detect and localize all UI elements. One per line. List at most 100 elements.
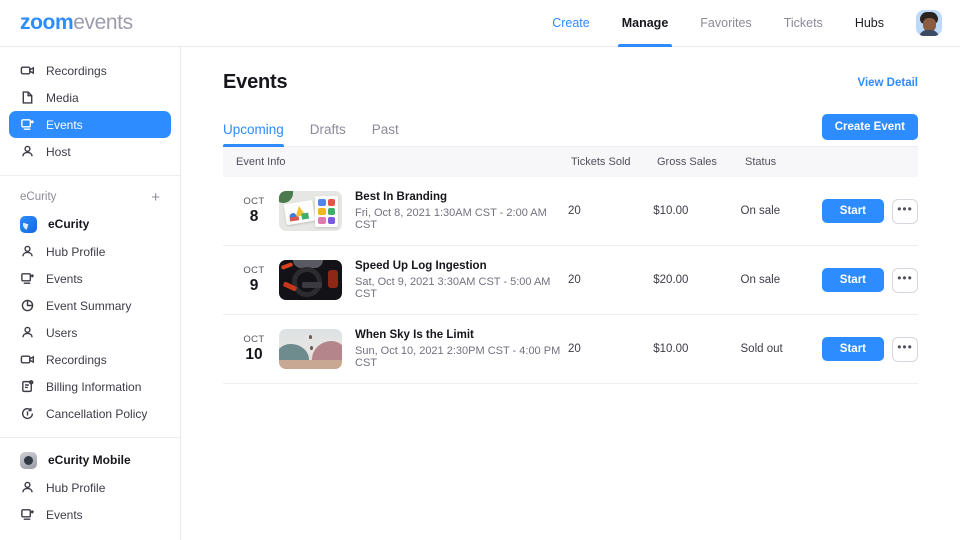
- sidebar-item-label: Recordings: [46, 64, 107, 78]
- table-row[interactable]: OCT 9 Speed Up Log Ingestion Sat, Oct 9,…: [223, 246, 918, 315]
- event-date: OCT 10: [236, 334, 272, 364]
- tabs: Upcoming Drafts Past Create Event: [223, 114, 918, 147]
- event-time: Fri, Oct 8, 2021 1:30AM CST - 2:00 AM CS…: [355, 207, 568, 231]
- thumbnail-ground: [279, 360, 342, 369]
- row-actions: Start •••: [822, 199, 918, 224]
- sidebar-item-recordings[interactable]: Recordings: [9, 57, 171, 84]
- event-name[interactable]: Best In Branding: [355, 191, 568, 203]
- thumbnail-plant: [279, 191, 293, 203]
- view-detail-link[interactable]: View Detail: [857, 77, 918, 89]
- gross-sales-value: $10.00: [653, 343, 740, 355]
- more-options-icon[interactable]: •••: [892, 268, 918, 293]
- tab-past[interactable]: Past: [372, 122, 399, 146]
- column-header-gross-sales: Gross Sales: [657, 156, 745, 168]
- sidebar-item-label: Media: [46, 91, 79, 105]
- hub-ecurity[interactable]: eCurity: [9, 210, 171, 238]
- main-header: Events View Detail: [223, 71, 918, 94]
- sky-thumbnail: [279, 329, 342, 369]
- ecurity-mobile-hub-icon: [20, 452, 37, 469]
- top-navigation: Create Manage Favorites Tickets Hubs: [536, 0, 942, 47]
- nav-item-manage[interactable]: Manage: [606, 0, 685, 47]
- row-actions: Start •••: [822, 337, 918, 362]
- sidebar-item-label: Events: [46, 118, 83, 132]
- ecurity-hub-icon: [20, 216, 37, 233]
- tickets-sold-value: 20: [568, 343, 653, 355]
- sidebar-item-hub-events[interactable]: Events: [9, 265, 171, 292]
- sidebar-item-hub-recordings[interactable]: Recordings: [9, 346, 171, 373]
- person-icon: [20, 244, 35, 259]
- sidebar-item-billing-information[interactable]: Billing Information: [9, 373, 171, 400]
- gross-sales-value: $10.00: [653, 205, 740, 217]
- sidebar-item-label: Recordings: [46, 353, 107, 367]
- tab-drafts[interactable]: Drafts: [310, 122, 346, 146]
- sidebar-item-events[interactable]: Events: [9, 111, 171, 138]
- table-header: Event Info Tickets Sold Gross Sales Stat…: [223, 147, 918, 177]
- branding-thumbnail: [279, 191, 342, 231]
- sidebar-item-media[interactable]: Media: [9, 84, 171, 111]
- app-body: Recordings Media Events Host: [0, 47, 960, 540]
- event-day: 8: [236, 208, 272, 226]
- more-options-icon[interactable]: •••: [892, 199, 918, 224]
- event-text: Best In Branding Fri, Oct 8, 2021 1:30AM…: [355, 191, 568, 231]
- nav-item-tickets[interactable]: Tickets: [768, 0, 839, 47]
- sidebar-section-header: eCurity +: [0, 184, 180, 210]
- sidebar-item-hub-profile[interactable]: Hub Profile: [9, 238, 171, 265]
- thumbnail-mountain-left: [279, 344, 309, 361]
- column-header-status: Status: [745, 156, 827, 168]
- more-options-icon[interactable]: •••: [892, 337, 918, 362]
- video-camera-icon: [20, 63, 35, 78]
- row-actions: Start •••: [822, 268, 918, 293]
- tab-upcoming[interactable]: Upcoming: [223, 122, 284, 146]
- create-event-button[interactable]: Create Event: [822, 114, 918, 140]
- start-button[interactable]: Start: [822, 268, 884, 292]
- tickets-sold-value: 20: [568, 274, 653, 286]
- sidebar-divider: [0, 175, 180, 176]
- pie-chart-icon: [20, 298, 35, 313]
- avatar-body: [919, 30, 939, 36]
- nav-item-hubs[interactable]: Hubs: [839, 0, 900, 47]
- nav-item-favorites[interactable]: Favorites: [684, 0, 767, 47]
- sidebar-item-mobile-hub-profile[interactable]: Hub Profile: [9, 474, 171, 501]
- event-month: OCT: [236, 196, 272, 207]
- thumbnail-balloon-2: [310, 346, 313, 350]
- event-time: Sat, Oct 9, 2021 3:30AM CST - 5:00 AM CS…: [355, 276, 568, 300]
- event-name[interactable]: Speed Up Log Ingestion: [355, 260, 568, 272]
- video-camera-icon: [20, 352, 35, 367]
- start-button[interactable]: Start: [822, 337, 884, 361]
- nav-item-create[interactable]: Create: [536, 0, 606, 47]
- screen-share-icon: [20, 271, 35, 286]
- sidebar-item-users[interactable]: Users: [9, 319, 171, 346]
- logo-zoom-text: zoom: [20, 11, 73, 35]
- zoom-events-logo[interactable]: zoom events: [20, 11, 133, 35]
- sidebar-item-host[interactable]: Host: [9, 138, 171, 165]
- sidebar-item-mobile-events[interactable]: Events: [9, 501, 171, 528]
- sidebar-item-label: Host: [46, 145, 71, 159]
- status-badge: On sale: [741, 205, 822, 217]
- sidebar-item-label: Hub Profile: [46, 481, 105, 495]
- sidebar-item-label: Users: [46, 326, 77, 340]
- refund-icon: [20, 406, 35, 421]
- status-badge: On sale: [741, 274, 822, 286]
- page-title: Events: [223, 71, 287, 94]
- sidebar-divider-2: [0, 437, 180, 438]
- start-button[interactable]: Start: [822, 199, 884, 223]
- add-hub-button[interactable]: +: [151, 190, 160, 205]
- event-info-cell: OCT 10 When Sky Is the Limit Sun, Oct 10…: [223, 329, 568, 369]
- table-row[interactable]: OCT 8 B: [223, 177, 918, 246]
- person-icon: [20, 325, 35, 340]
- tickets-sold-value: 20: [568, 205, 653, 217]
- event-day: 10: [236, 346, 272, 364]
- sidebar-item-label: Cancellation Policy: [46, 407, 147, 421]
- thumbnail-card-grid: [315, 196, 338, 227]
- sidebar-section-label: eCurity: [20, 191, 56, 203]
- event-name[interactable]: When Sky Is the Limit: [355, 329, 568, 341]
- avatar[interactable]: [916, 10, 942, 36]
- hub-ecurity-mobile[interactable]: eCurity Mobile: [9, 446, 171, 474]
- event-date: OCT 9: [236, 265, 272, 295]
- column-header-tickets-sold: Tickets Sold: [571, 156, 657, 168]
- sidebar-item-cancellation-policy[interactable]: Cancellation Policy: [9, 400, 171, 427]
- sidebar-item-event-summary[interactable]: Event Summary: [9, 292, 171, 319]
- table-row[interactable]: OCT 10 When Sky Is the Limit Sun, Oct 10…: [223, 315, 918, 384]
- column-header-event-info: Event Info: [223, 156, 571, 168]
- zoom-events-app: zoom events Create Manage Favorites Tick…: [0, 0, 960, 540]
